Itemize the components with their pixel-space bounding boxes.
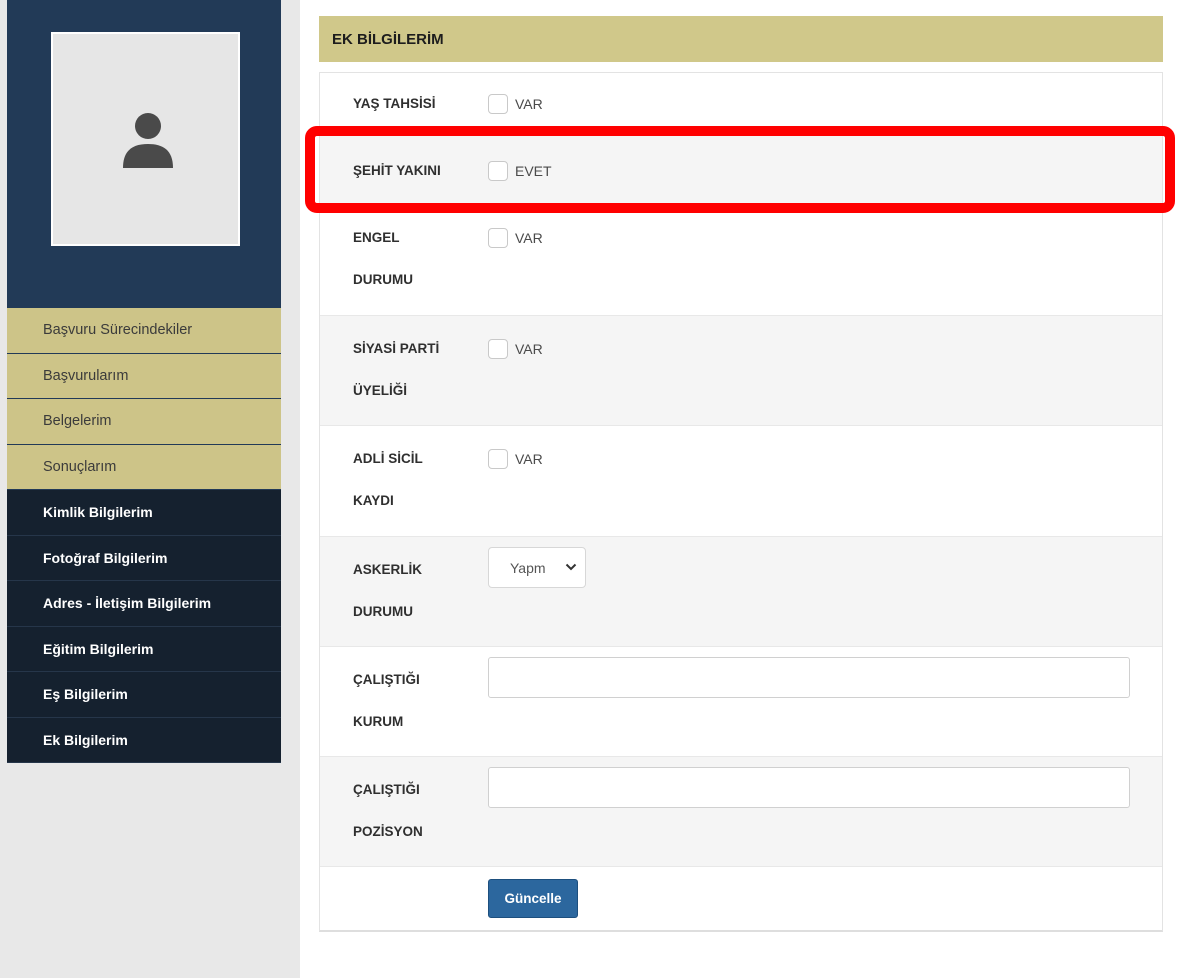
engel-durumu-option-label[interactable]: VAR [515, 230, 543, 246]
guncelle-button[interactable]: Güncelle [488, 879, 578, 918]
menu-belgelerim[interactable]: Belgelerim [7, 399, 281, 445]
row-engel-durumu: ENGEL DURUMU VAR [320, 205, 1162, 316]
menu-ek-bilgilerim[interactable]: Ek Bilgilerim [7, 717, 281, 763]
label-durumu: DURUMU [353, 272, 413, 287]
siyasi-parti-checkbox[interactable] [488, 339, 508, 359]
siyasi-parti-option-label[interactable]: VAR [515, 341, 543, 357]
adli-sicil-checkbox[interactable] [488, 449, 508, 469]
engel-durumu-checkbox[interactable] [488, 228, 508, 248]
label-sehit-yakini: ŞEHİT YAKINI [353, 163, 441, 178]
menu-adres-iletisim-bilgilerim[interactable]: Adres - İletişim Bilgilerim [7, 581, 281, 627]
label-kaydi: KAYDI [353, 493, 394, 508]
profile-panel [7, 0, 281, 308]
menu-kimlik-bilgilerim[interactable]: Kimlik Bilgilerim [7, 490, 281, 536]
sidebar: Başvuru Sürecindekiler Başvurularım Belg… [7, 0, 281, 765]
menu-basvurularim[interactable]: Başvurularım [7, 353, 281, 399]
label-yas-tahsisi: YAŞ TAHSİSİ [353, 96, 436, 111]
chevron-down-icon [565, 563, 577, 571]
menu-fotograf-bilgilerim[interactable]: Fotoğraf Bilgilerim [7, 535, 281, 581]
label-kurum: KURUM [353, 714, 404, 729]
label-uyeligi: ÜYELİĞİ [353, 383, 408, 398]
checkbox-group-adli-sicil: VAR [488, 449, 543, 469]
label-calistigi: ÇALIŞTIĞI [353, 672, 420, 687]
row-calistigi-kurum: ÇALIŞTIĞI KURUM [320, 647, 1162, 757]
sehit-yakini-checkbox[interactable] [488, 161, 508, 181]
row-calistigi-pozisyon: ÇALIŞTIĞI POZİSYON [320, 757, 1162, 867]
label-siyasi-parti: SİYASİ PARTİ [353, 341, 440, 356]
checkbox-group-yas-tahsisi: VAR [488, 94, 543, 114]
menu-es-bilgilerim[interactable]: Eş Bilgilerim [7, 672, 281, 718]
form-card: YAŞ TAHSİSİ VAR ŞEHİT YAKINI EVET ENGEL … [319, 72, 1163, 932]
label-askerlik: ASKERLİK [353, 562, 423, 577]
calistigi-kurum-input[interactable] [488, 657, 1130, 698]
yas-tahsisi-checkbox[interactable] [488, 94, 508, 114]
row-siyasi-parti: SİYASİ PARTİ ÜYELİĞİ VAR [320, 316, 1162, 426]
menu-egitim-bilgilerim[interactable]: Eğitim Bilgilerim [7, 626, 281, 672]
adli-sicil-option-label[interactable]: VAR [515, 451, 543, 467]
checkbox-group-siyasi-parti: VAR [488, 339, 543, 359]
label-adli-sicil: ADLİ SİCİL [353, 451, 423, 466]
form-title: EK BİLGİLERİM [319, 16, 1163, 62]
user-silhouette-icon [123, 113, 173, 168]
row-submit: Güncelle [320, 867, 1162, 931]
calistigi-pozisyon-input[interactable] [488, 767, 1130, 808]
askerlik-select[interactable]: Yapm [488, 547, 586, 588]
row-askerlik: ASKERLİK DURUMU Yapm [320, 537, 1162, 647]
menu-basvuru-surecindekiler[interactable]: Başvuru Sürecindekiler [7, 308, 281, 354]
askerlik-selected-value: Yapm [510, 559, 546, 576]
checkbox-group-sehit-yakini: EVET [488, 161, 552, 181]
label-pozisyon: POZİSYON [353, 824, 423, 839]
label-engel: ENGEL [353, 230, 400, 245]
checkbox-group-engel-durumu: VAR [488, 228, 543, 248]
profile-photo[interactable] [51, 32, 240, 246]
row-adli-sicil: ADLİ SİCİL KAYDI VAR [320, 426, 1162, 537]
row-yas-tahsisi: YAŞ TAHSİSİ VAR [320, 73, 1162, 134]
sehit-yakini-option-label[interactable]: EVET [515, 163, 552, 179]
label-askerlik-durumu: DURUMU [353, 604, 413, 619]
yas-tahsisi-option-label[interactable]: VAR [515, 96, 543, 112]
menu-sonuclarim[interactable]: Sonuçlarım [7, 444, 281, 490]
row-sehit-yakini: ŞEHİT YAKINI EVET [320, 134, 1162, 205]
main-content: EK BİLGİLERİM YAŞ TAHSİSİ VAR ŞEHİT YAKI… [300, 0, 1183, 978]
label-calistigi-2: ÇALIŞTIĞI [353, 782, 420, 797]
